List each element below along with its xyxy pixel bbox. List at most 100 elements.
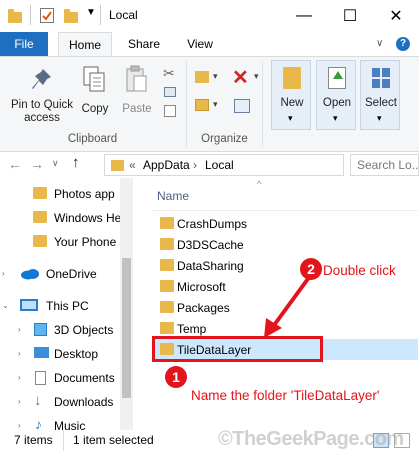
ribbon: Pin to Quick access Copy Paste ✂ Clipboa… [0,56,419,152]
paste-icon [126,65,147,92]
nav-pane-scrollbar-thumb[interactable] [122,258,131,398]
select-label: Select [365,97,397,109]
folder-icon [160,259,174,271]
quick-access-dropdown-icon[interactable]: ▼ [86,7,96,18]
step-1-badge: 1 [165,366,187,388]
file-name: Temp [177,322,207,336]
pin-to-quick-access-button[interactable]: Pin to Quick access [4,61,80,129]
3d-objects-icon [34,323,47,336]
select-dropdown-icon: ▾ [377,113,382,123]
address-bar[interactable]: « AppData › Local [104,154,344,176]
expand-chevron-icon[interactable]: › [18,325,21,334]
new-button[interactable]: New ▾ [271,60,311,130]
back-button[interactable]: ← [8,156,22,172]
file-row-d3dscache[interactable]: D3DSCache [152,234,418,255]
downloads-icon: ↓ [34,392,42,409]
paste-shortcut-icon[interactable] [164,105,176,117]
file-row-crashdumps[interactable]: CrashDumps [152,213,418,234]
tab-share[interactable]: Share [118,32,170,56]
folder-icon [33,187,47,199]
ribbon-tabs: File Home Share View ∨ ? [0,32,419,56]
cut-icon[interactable]: ✂ [163,65,175,82]
copy-icon [83,66,105,92]
title-bar: ▼ Local — ☐ ✕ [0,0,419,32]
nav-item-label: Desktop [54,347,99,361]
folder-icon [160,217,174,229]
nav-item-onedrive[interactable]: › OneDrive [0,262,120,286]
copy-button[interactable]: Copy [78,61,112,129]
pc-icon [20,299,38,311]
recent-locations-icon[interactable]: ∨ [52,158,59,169]
collapse-chevron-icon[interactable]: ⌄ [2,301,9,310]
new-dropdown-icon: ▾ [288,113,293,123]
pin-label: Pin to Quick access [11,99,73,124]
move-to-icon[interactable] [195,71,209,83]
copy-to-icon[interactable] [195,99,209,111]
nav-item-music[interactable]: › ♪ Music [0,414,120,430]
open-dropdown-icon: ▾ [333,113,338,123]
new-label: New [280,97,304,109]
column-header-name[interactable]: Name [157,189,189,203]
expand-chevron-icon[interactable]: › [2,269,5,278]
step-2-badge: 2 [300,258,322,280]
nav-item-label: 3D Objects [54,323,114,337]
maximize-button[interactable]: ☐ [327,0,373,32]
move-to-dropdown-icon[interactable]: ▾ [213,71,218,82]
nav-item-downloads[interactable]: › ↓ Downloads [0,390,120,414]
nav-item-your-phone[interactable]: Your Phone [0,230,120,254]
copy-to-dropdown-icon[interactable]: ▾ [213,99,218,110]
file-name: CrashDumps [177,217,248,231]
clipboard-group-label: Clipboard [67,133,118,145]
navigation-bar: ← → ∨ ↑ « AppData › Local Search Lo... [0,152,419,178]
file-name: D3DSCache [177,238,244,252]
breadcrumb-local[interactable]: Local [205,158,234,172]
nav-item-documents[interactable]: › Documents [0,366,120,390]
rename-icon[interactable] [234,99,250,113]
nav-item-label: Music [54,419,86,430]
open-button[interactable]: Open ▾ [316,60,356,130]
file-name: DataSharing [177,259,244,273]
step-1-text: Name the folder 'TileDataLayer' [191,388,380,403]
nav-item-desktop[interactable]: › Desktop [0,342,120,366]
tab-view[interactable]: View [176,32,224,56]
tab-file[interactable]: File [0,32,48,56]
paste-button[interactable]: Paste [118,61,156,129]
open-label: Open [322,97,352,109]
minimize-button[interactable]: — [281,0,327,32]
breadcrumb-appdata[interactable]: AppData [143,158,190,172]
nav-item-label: Documents [54,371,115,385]
new-folder-icon[interactable] [64,9,78,23]
collapse-ribbon-icon[interactable]: ∨ [376,38,383,49]
divider [152,210,418,211]
select-button[interactable]: Select ▾ [360,60,400,130]
desktop-icon [34,347,49,358]
help-icon[interactable]: ? [396,37,410,51]
close-button[interactable]: ✕ [373,0,419,32]
search-input[interactable]: Search Lo... [350,154,419,176]
new-folder-icon [283,67,301,89]
onedrive-icon [21,269,39,280]
breadcrumb-overflow[interactable]: « [129,158,136,172]
delete-icon[interactable]: ✕ [232,65,249,90]
expand-chevron-icon[interactable]: › [18,421,21,430]
up-button[interactable]: ↑ [72,154,80,171]
properties-icon[interactable] [40,8,54,23]
folder-icon [33,211,47,223]
nav-item-windows-he[interactable]: Windows He [0,206,121,230]
nav-item-label: OneDrive [46,267,97,281]
nav-item-label: Photos app [54,187,115,201]
nav-item-photos-app[interactable]: Photos app [0,182,120,206]
nav-item-this-pc[interactable]: ⌄ This PC [0,294,120,318]
expand-chevron-icon[interactable]: › [18,397,21,406]
item-count: 7 items [14,433,53,447]
folder-icon [33,235,47,247]
pin-icon [32,69,51,89]
expand-chevron-icon[interactable]: › [18,373,21,382]
tab-home[interactable]: Home [58,32,112,56]
expand-chevron-icon[interactable]: › [18,349,21,358]
delete-dropdown-icon[interactable]: ▾ [254,71,259,82]
forward-button[interactable]: → [30,156,44,172]
folder-icon [111,160,124,171]
nav-item-3d-objects[interactable]: › 3D Objects [0,318,120,342]
copy-path-icon[interactable] [164,87,176,97]
